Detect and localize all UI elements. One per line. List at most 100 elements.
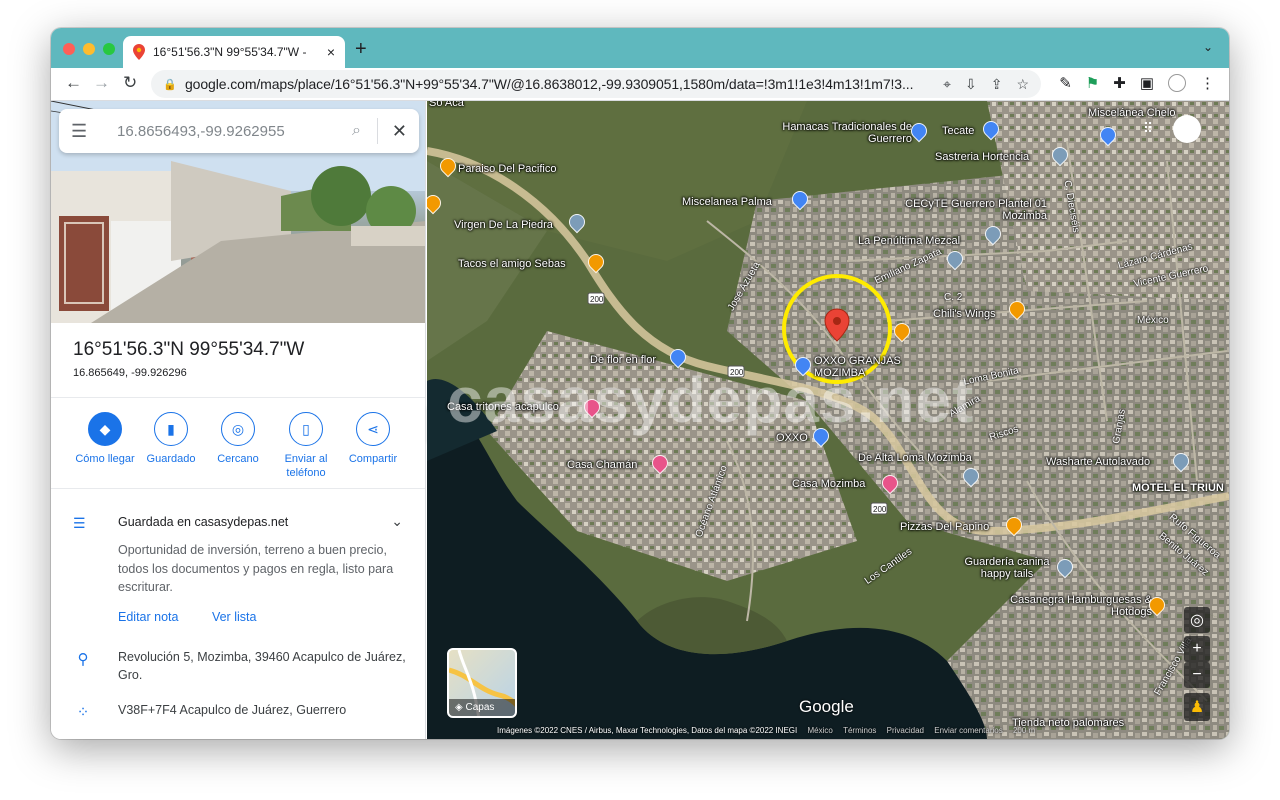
google-logo: Google bbox=[799, 697, 854, 716]
url-text[interactable]: google.com/maps/place/16°51'56.3"N+99°55… bbox=[185, 76, 943, 92]
poi-casa-mozimba[interactable]: Casa Mozimba bbox=[792, 478, 865, 490]
pegman-icon[interactable]: ♟ bbox=[1184, 693, 1210, 721]
share-label: Compartir bbox=[348, 453, 398, 465]
poi-miscelanea-palma[interactable]: Miscelanea Palma bbox=[682, 196, 772, 208]
satellite-map[interactable]: 200 200 200 So Aca Paraiso Del Pacifico … bbox=[427, 101, 1229, 739]
maximize-window-button[interactable] bbox=[103, 43, 115, 55]
street-label: México bbox=[1137, 315, 1169, 326]
new-tab-button[interactable]: + bbox=[355, 38, 367, 61]
poi-casanegra[interactable]: Casanegra Hamburguesas & Hotdogs bbox=[992, 594, 1152, 618]
profile-avatar-icon[interactable] bbox=[1168, 74, 1186, 92]
poi-pizzas-del-papino[interactable]: Pizzas Del Papino bbox=[900, 521, 989, 533]
tab-strip: 16°51'56.3"N 99°55'34.7"W - × + ⌄ bbox=[51, 28, 1229, 68]
close-search-icon[interactable]: ✕ bbox=[392, 121, 407, 142]
maps-favicon-icon bbox=[133, 44, 145, 60]
poi-la-penultima-mezcal[interactable]: La Penúltima Mezcal bbox=[858, 235, 960, 247]
poi-sastreria-hortencia[interactable]: Sastreria Hortencia bbox=[935, 151, 1029, 163]
poi-tacos-el-amigo-sebas[interactable]: Tacos el amigo Sebas bbox=[458, 258, 566, 270]
hamburger-menu-icon[interactable]: ☰ bbox=[71, 121, 103, 142]
poi-paraiso-del-pacifico[interactable]: Paraiso Del Pacifico bbox=[458, 163, 556, 175]
poi-virgen-de-la-piedra[interactable]: Virgen De La Piedra bbox=[454, 219, 553, 231]
poi-de-alta-loma[interactable]: De Alta Loma Mozimba bbox=[858, 452, 972, 464]
browser-window: 16°51'56.3"N 99°55'34.7"W - × + ⌄ ← → ↻ … bbox=[51, 28, 1229, 739]
share-button[interactable]: ⋖ Compartir bbox=[338, 412, 408, 466]
saved-note: Oportunidad de inversión, terreno a buen… bbox=[118, 543, 394, 594]
zoom-in-button[interactable]: + bbox=[1184, 636, 1210, 662]
directions-button[interactable]: ◆ Cómo llegar bbox=[70, 412, 140, 466]
tab-search-icon[interactable]: ⌄ bbox=[1203, 40, 1213, 54]
apps-grid-icon[interactable]: ⠿ bbox=[1135, 115, 1161, 141]
poi-casa-chaman[interactable]: Casa Chamán bbox=[567, 459, 637, 471]
location-icon[interactable]: ⌖ bbox=[943, 76, 951, 93]
search-icon[interactable]: ⌕ bbox=[352, 122, 361, 140]
scale-bar[interactable]: 200 m bbox=[1013, 726, 1035, 735]
maps-content: ☰ 16.8656493,-99.9262955 ⌕ ✕ 16°51'56.3"… bbox=[51, 101, 1229, 739]
location-pin-icon: ⚲ bbox=[77, 651, 89, 668]
address-bar[interactable]: 🔒 google.com/maps/place/16°51'56.3"N+99°… bbox=[151, 70, 1041, 98]
send-to-phone-icon: ▯ bbox=[289, 412, 323, 446]
poi-so-aca[interactable]: So Aca bbox=[429, 101, 464, 109]
poi-chilis-wings[interactable]: Chili's Wings bbox=[933, 308, 996, 320]
edit-note-link[interactable]: Editar nota bbox=[118, 610, 178, 624]
poi-motel-el-triun[interactable]: MOTEL EL TRIUN bbox=[1132, 482, 1224, 494]
chevron-down-icon[interactable]: ⌄ bbox=[391, 513, 403, 530]
reload-icon[interactable]: ↻ bbox=[123, 73, 137, 93]
street-label: C. 2 bbox=[944, 292, 963, 303]
poi-washarte[interactable]: Washarte Autolavado bbox=[1046, 456, 1150, 468]
address-text: Revolución 5, Mozimba, 39460 Acapulco de… bbox=[118, 650, 406, 682]
close-window-button[interactable] bbox=[63, 43, 75, 55]
plus-code-icon: ⁘ bbox=[76, 704, 90, 721]
poi-guarderia-canina[interactable]: Guardería canina happy tails bbox=[952, 556, 1062, 580]
privacy-link[interactable]: Privacidad bbox=[887, 726, 924, 735]
poi-tecate[interactable]: Tecate bbox=[942, 125, 974, 137]
search-box[interactable]: ☰ 16.8656493,-99.9262955 ⌕ ✕ bbox=[59, 109, 419, 153]
forward-icon[interactable]: → bbox=[93, 73, 110, 93]
extension-eyedropper-icon[interactable]: ✎ bbox=[1059, 74, 1072, 92]
layers-button[interactable]: ◈ Capas bbox=[447, 648, 517, 718]
poi-hamacas-tradicionales[interactable]: Hamacas Tradicionales de Guerrero bbox=[772, 121, 912, 145]
layers-label: Capas bbox=[465, 702, 495, 713]
poi-cecyte[interactable]: CECyTE Guerrero Plantel 01 Mozimba bbox=[897, 198, 1047, 222]
nearby-label: Cercano bbox=[217, 453, 259, 465]
share-page-icon[interactable]: ⇪ bbox=[991, 76, 1003, 93]
poi-miscelanea-chelo[interactable]: Miscelánea Chelo bbox=[1088, 107, 1175, 119]
extension-pin-icon[interactable]: ⚑ bbox=[1086, 74, 1099, 92]
saved-list-label: Guardada en casasydepas.net bbox=[118, 515, 289, 529]
list-icon: ☰ bbox=[73, 515, 86, 531]
install-app-icon[interactable]: ⇩ bbox=[965, 76, 977, 93]
my-location-icon[interactable]: ◎ bbox=[1184, 607, 1210, 633]
browser-tab[interactable]: 16°51'56.3"N 99°55'34.7"W - × bbox=[123, 36, 345, 68]
browser-menu-icon[interactable]: ⋮ bbox=[1200, 74, 1215, 92]
search-divider bbox=[376, 118, 378, 144]
place-title: 16°51'56.3"N 99°55'34.7"W bbox=[73, 339, 305, 360]
send-to-phone-label: Enviar al teléfono bbox=[284, 453, 328, 479]
street-view-photo[interactable]: ☰ 16.8656493,-99.9262955 ⌕ ✕ bbox=[51, 101, 425, 323]
nearby-button[interactable]: ◎ Cercano bbox=[203, 412, 273, 466]
bookmark-star-icon[interactable]: ☆ bbox=[1016, 76, 1029, 93]
tab-title: 16°51'56.3"N 99°55'34.7"W - bbox=[153, 45, 307, 59]
minimize-window-button[interactable] bbox=[83, 43, 95, 55]
browser-toolbar: ← → ↻ 🔒 google.com/maps/place/16°51'56.3… bbox=[51, 68, 1229, 101]
attribution-country[interactable]: México bbox=[807, 726, 832, 735]
account-avatar[interactable] bbox=[1173, 115, 1201, 143]
side-panel-icon[interactable]: ▣ bbox=[1140, 74, 1154, 92]
attribution-text: Imágenes ©2022 CNES / Airbus, Maxar Tech… bbox=[497, 726, 798, 735]
tab-close-icon[interactable]: × bbox=[327, 44, 335, 60]
saved-label: Guardado bbox=[146, 453, 196, 465]
saved-button[interactable]: ▮ Guardado bbox=[136, 412, 206, 466]
nearby-icon: ◎ bbox=[221, 412, 255, 446]
map-attribution: Imágenes ©2022 CNES / Airbus, Maxar Tech… bbox=[497, 726, 1035, 735]
feedback-link[interactable]: Enviar comentarios bbox=[934, 726, 1002, 735]
back-icon[interactable]: ← bbox=[65, 73, 82, 93]
zoom-out-button[interactable]: − bbox=[1184, 662, 1210, 688]
view-list-link[interactable]: Ver lista bbox=[212, 610, 256, 624]
svg-text:200: 200 bbox=[590, 295, 604, 304]
send-to-phone-button[interactable]: ▯ Enviar al teléfono bbox=[271, 412, 341, 480]
search-input[interactable]: 16.8656493,-99.9262955 bbox=[103, 123, 352, 140]
lock-icon[interactable]: 🔒 bbox=[163, 78, 177, 91]
plus-code-text: V38F+7F4 Acapulco de Juárez, Guerrero bbox=[118, 703, 347, 717]
terms-link[interactable]: Términos bbox=[843, 726, 876, 735]
place-side-panel: ☰ 16.8656493,-99.9262955 ⌕ ✕ 16°51'56.3"… bbox=[51, 101, 426, 739]
watermark-text: casasydepas.net bbox=[447, 364, 975, 436]
extensions-puzzle-icon[interactable]: ✚ bbox=[1113, 74, 1126, 92]
